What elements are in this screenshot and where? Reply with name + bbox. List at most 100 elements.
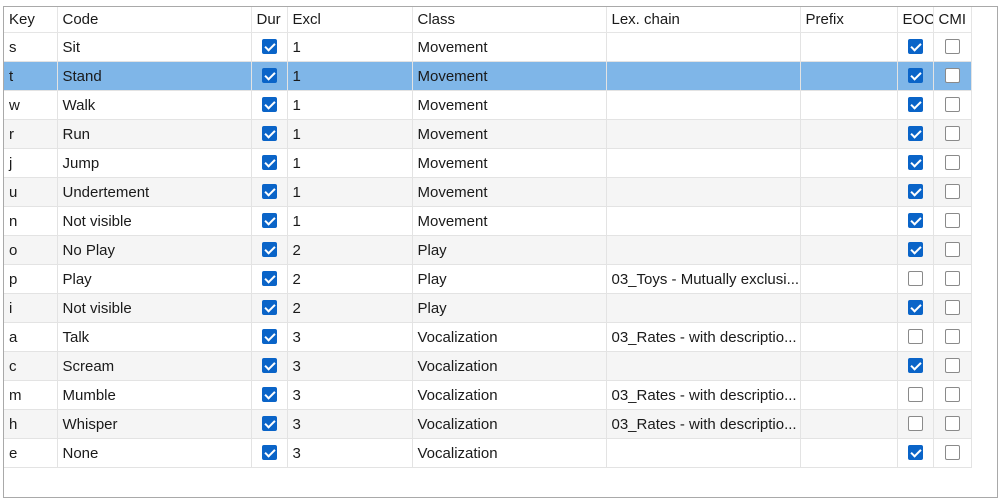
excl-cell[interactable]: 2 <box>287 264 413 294</box>
prefix-cell[interactable] <box>800 322 898 352</box>
code-cell[interactable]: Talk <box>57 322 252 352</box>
cmi-checkbox[interactable] <box>944 271 960 287</box>
excl-cell[interactable]: 3 <box>287 351 413 381</box>
eoc-checkbox[interactable] <box>907 213 923 229</box>
class-cell[interactable]: Movement <box>412 119 607 149</box>
prefix-cell[interactable] <box>800 409 898 439</box>
dur-checkbox[interactable] <box>261 184 277 200</box>
column-header-excl[interactable]: Excl <box>287 7 413 33</box>
column-header-dur[interactable]: Dur <box>251 7 288 33</box>
dur-checkbox[interactable] <box>261 68 277 84</box>
cmi-checkbox[interactable] <box>944 387 960 403</box>
code-cell[interactable]: Mumble <box>57 380 252 410</box>
lex-chain-cell[interactable] <box>606 90 801 120</box>
prefix-cell[interactable] <box>800 380 898 410</box>
lex-chain-cell[interactable]: 03_Toys - Mutually exclusi... <box>606 264 801 294</box>
prefix-cell[interactable] <box>800 32 898 62</box>
code-cell[interactable]: Not visible <box>57 293 252 323</box>
excl-cell[interactable]: 1 <box>287 61 413 91</box>
class-cell[interactable]: Vocalization <box>412 380 607 410</box>
code-cell[interactable]: Undertement <box>57 177 252 207</box>
key-cell[interactable]: a <box>4 322 58 352</box>
key-cell[interactable]: n <box>4 206 58 236</box>
column-header-class[interactable]: Class <box>412 7 607 33</box>
table-row[interactable]: e None 3 Vocalization <box>4 438 972 468</box>
eoc-checkbox[interactable] <box>907 155 923 171</box>
eoc-checkbox[interactable] <box>907 39 923 55</box>
eoc-checkbox[interactable] <box>907 387 923 403</box>
table-row[interactable]: w Walk 1 Movement <box>4 90 972 120</box>
prefix-cell[interactable] <box>800 119 898 149</box>
table-row[interactable]: r Run 1 Movement <box>4 119 972 149</box>
prefix-cell[interactable] <box>800 293 898 323</box>
cmi-checkbox[interactable] <box>944 358 960 374</box>
lex-chain-cell[interactable] <box>606 206 801 236</box>
class-cell[interactable]: Movement <box>412 90 607 120</box>
prefix-cell[interactable] <box>800 206 898 236</box>
table-row[interactable]: m Mumble 3 Vocalization 03_Rates - with desc… <box>4 380 972 410</box>
class-cell[interactable]: Play <box>412 235 607 265</box>
key-cell[interactable]: u <box>4 177 58 207</box>
column-header-lex-chain[interactable]: Lex. chain <box>606 7 801 33</box>
dur-checkbox[interactable] <box>261 39 277 55</box>
eoc-checkbox[interactable] <box>907 300 923 316</box>
eoc-checkbox[interactable] <box>907 416 923 432</box>
column-header-code[interactable]: Code <box>57 7 252 33</box>
dur-checkbox[interactable] <box>261 416 277 432</box>
eoc-checkbox[interactable] <box>907 126 923 142</box>
excl-cell[interactable]: 3 <box>287 322 413 352</box>
class-cell[interactable]: Movement <box>412 32 607 62</box>
dur-checkbox[interactable] <box>261 387 277 403</box>
lex-chain-cell[interactable] <box>606 61 801 91</box>
lex-chain-cell[interactable] <box>606 438 801 468</box>
code-cell[interactable]: Whisper <box>57 409 252 439</box>
prefix-cell[interactable] <box>800 90 898 120</box>
dur-checkbox[interactable] <box>261 300 277 316</box>
prefix-cell[interactable] <box>800 351 898 381</box>
prefix-cell[interactable] <box>800 177 898 207</box>
key-cell[interactable]: w <box>4 90 58 120</box>
column-header-eoc[interactable]: EOC <box>897 7 934 33</box>
eoc-checkbox[interactable] <box>907 68 923 84</box>
cmi-checkbox[interactable] <box>944 416 960 432</box>
code-cell[interactable]: Run <box>57 119 252 149</box>
excl-cell[interactable]: 1 <box>287 32 413 62</box>
key-cell[interactable]: t <box>4 61 58 91</box>
class-cell[interactable]: Movement <box>412 177 607 207</box>
column-header-key[interactable]: Key <box>4 7 58 33</box>
eoc-checkbox[interactable] <box>907 184 923 200</box>
dur-checkbox[interactable] <box>261 271 277 287</box>
dur-checkbox[interactable] <box>261 126 277 142</box>
column-header-cmi[interactable]: CMI <box>933 7 972 33</box>
lex-chain-cell[interactable] <box>606 148 801 178</box>
excl-cell[interactable]: 1 <box>287 177 413 207</box>
dur-checkbox[interactable] <box>261 213 277 229</box>
key-cell[interactable]: c <box>4 351 58 381</box>
class-cell[interactable]: Vocalization <box>412 351 607 381</box>
lex-chain-cell[interactable] <box>606 351 801 381</box>
prefix-cell[interactable] <box>800 235 898 265</box>
dur-checkbox[interactable] <box>261 242 277 258</box>
cmi-checkbox[interactable] <box>944 155 960 171</box>
excl-cell[interactable]: 2 <box>287 235 413 265</box>
code-cell[interactable]: Walk <box>57 90 252 120</box>
code-cell[interactable]: Stand <box>57 61 252 91</box>
prefix-cell[interactable] <box>800 148 898 178</box>
table-row[interactable]: n Not visible 1 Movement <box>4 206 972 236</box>
class-cell[interactable]: Vocalization <box>412 409 607 439</box>
class-cell[interactable]: Movement <box>412 148 607 178</box>
key-cell[interactable]: p <box>4 264 58 294</box>
cmi-checkbox[interactable] <box>944 97 960 113</box>
table-row[interactable]: u Undertement 1 Movement <box>4 177 972 207</box>
code-cell[interactable]: Jump <box>57 148 252 178</box>
eoc-checkbox[interactable] <box>907 445 923 461</box>
table-row[interactable]: i Not visible 2 Play <box>4 293 972 323</box>
key-cell[interactable]: s <box>4 32 58 62</box>
table-row[interactable]: a Talk 3 Vocalization 03_Rates - with descri… <box>4 322 972 352</box>
eoc-checkbox[interactable] <box>907 242 923 258</box>
excl-cell[interactable]: 3 <box>287 380 413 410</box>
cmi-checkbox[interactable] <box>944 300 960 316</box>
table-row[interactable]: h Whisper 3 Vocalization 03_Rates - with des… <box>4 409 972 439</box>
excl-cell[interactable]: 2 <box>287 293 413 323</box>
class-cell[interactable]: Movement <box>412 61 607 91</box>
